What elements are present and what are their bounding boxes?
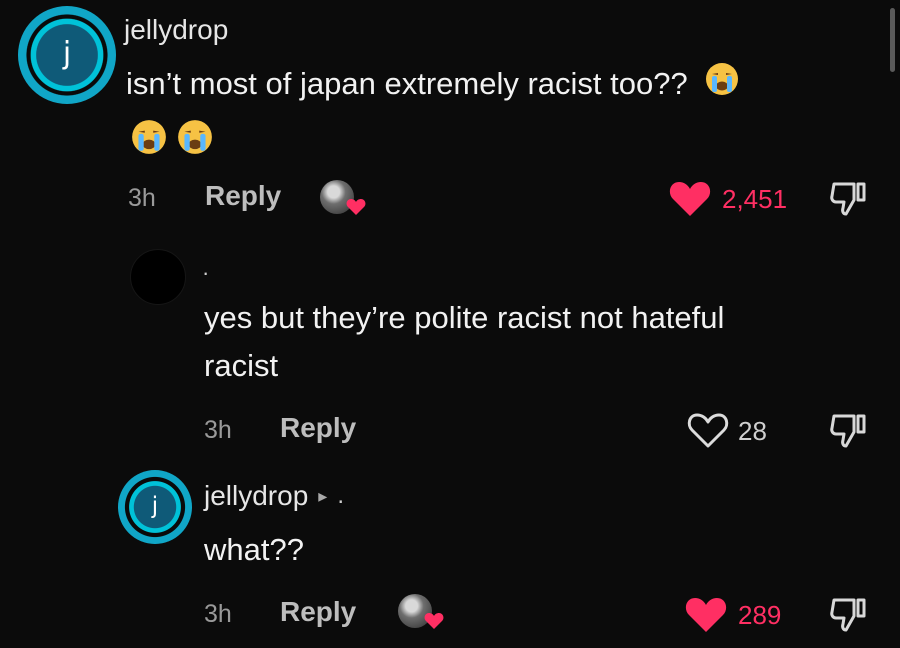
reply-button[interactable]: Reply xyxy=(280,412,356,444)
dislike-button[interactable] xyxy=(828,596,868,639)
username[interactable]: jellydrop xyxy=(204,480,308,512)
comment-text: yes but they’re polite racist not hatefu… xyxy=(204,300,725,383)
timestamp: 3h xyxy=(128,184,156,212)
heart-outline-icon xyxy=(687,413,729,448)
avatar[interactable]: j xyxy=(118,470,192,544)
like-count: 2,451 xyxy=(722,184,788,214)
crying-emoji-icon xyxy=(176,118,214,161)
thumbs-down-icon xyxy=(830,182,866,216)
creator-liked-badge xyxy=(398,594,446,634)
reply-button[interactable]: Reply xyxy=(280,596,356,628)
dislike-button[interactable] xyxy=(828,180,868,223)
avatar[interactable] xyxy=(130,249,186,305)
dislike-button[interactable] xyxy=(828,412,868,455)
username[interactable]: · xyxy=(202,260,209,286)
emoji-row xyxy=(130,118,214,161)
like-button[interactable] xyxy=(684,594,728,639)
thumbs-down-icon xyxy=(830,598,866,632)
avatar[interactable]: j xyxy=(18,6,116,104)
like-count: 28 xyxy=(738,416,767,446)
comment-text: what?? xyxy=(204,532,304,567)
scrollbar[interactable] xyxy=(890,8,895,72)
heart-filled-icon xyxy=(685,598,727,632)
recipient-name[interactable]: . xyxy=(337,482,344,510)
timestamp: 3h xyxy=(204,600,232,628)
heart-icon xyxy=(346,199,366,215)
thumbs-down-icon xyxy=(830,414,866,448)
like-count: 289 xyxy=(738,600,782,630)
reply-arrow-icon: ▸ xyxy=(318,485,328,506)
comment-text: isn’t most of japan extremely racist too… xyxy=(126,60,866,111)
reply-header: jellydrop ▸ . xyxy=(204,480,344,512)
timestamp: 3h xyxy=(204,416,232,444)
heart-icon xyxy=(424,613,444,629)
avatar-letter: j xyxy=(151,492,159,519)
like-button[interactable] xyxy=(686,410,730,455)
username[interactable]: jellydrop xyxy=(124,14,228,46)
crying-emoji-icon xyxy=(704,61,740,111)
reply-button[interactable]: Reply xyxy=(205,180,281,212)
like-button[interactable] xyxy=(668,178,712,223)
avatar-letter: j xyxy=(62,35,72,71)
heart-filled-icon xyxy=(669,182,711,216)
crying-emoji-icon xyxy=(130,118,168,161)
creator-liked-badge xyxy=(320,180,368,220)
